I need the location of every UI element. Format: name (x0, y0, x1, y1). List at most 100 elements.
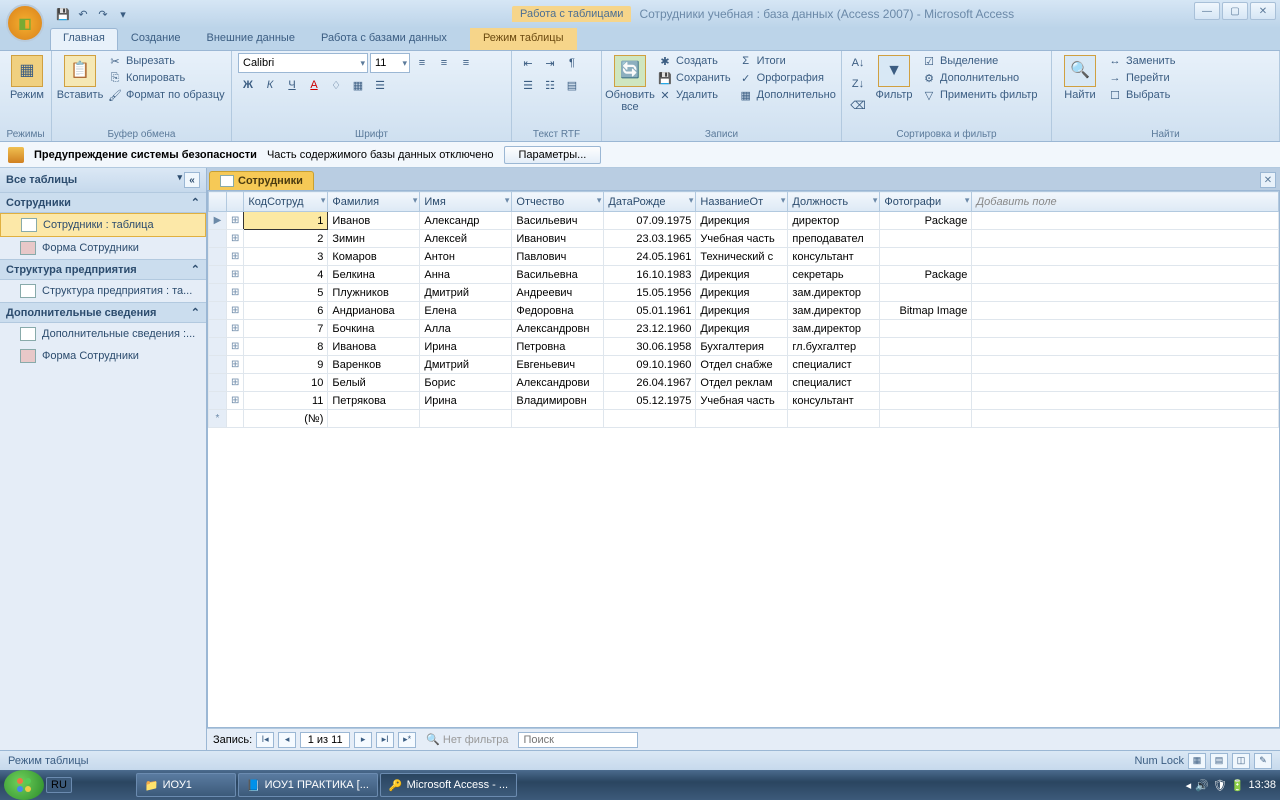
cell-photo[interactable] (880, 392, 972, 410)
document-close-button[interactable]: ✕ (1260, 172, 1276, 188)
cell-patronymic[interactable]: Андреевич (512, 284, 604, 302)
cell-photo[interactable] (880, 374, 972, 392)
cell-id[interactable]: 8 (244, 338, 328, 356)
cell-id[interactable]: 5 (244, 284, 328, 302)
font-size-combo[interactable]: 11 (370, 53, 410, 73)
cell-patronymic[interactable]: Александровн (512, 320, 604, 338)
new-row[interactable]: *(№) (209, 410, 1279, 428)
cell-id[interactable]: 9 (244, 356, 328, 374)
tab-datasheet[interactable]: Режим таблицы (470, 28, 577, 50)
more-records-button[interactable]: ▦Дополнительно (737, 87, 838, 103)
cell-dob[interactable]: 05.12.1975 (604, 392, 696, 410)
design-view-button[interactable]: ✎ (1254, 753, 1272, 769)
cell-empty[interactable] (972, 248, 1279, 266)
datasheet-view-button[interactable]: ▦ (1188, 753, 1206, 769)
spelling-button[interactable]: ✓Орфография (737, 70, 838, 86)
row-selector[interactable] (209, 374, 227, 392)
expand-button[interactable]: ⊞ (227, 248, 244, 266)
tab-home[interactable]: Главная (50, 28, 118, 50)
expand-button[interactable]: ⊞ (227, 284, 244, 302)
cell-patronymic[interactable]: Павлович (512, 248, 604, 266)
sort-desc-icon[interactable]: Z↓ (848, 74, 868, 94)
cell-patronymic[interactable]: Васильевич (512, 212, 604, 230)
tray-icon[interactable]: 🔋 (1231, 779, 1245, 792)
highlight-icon[interactable]: ▤ (562, 75, 582, 95)
cell-empty[interactable] (972, 374, 1279, 392)
expand-button[interactable]: ⊞ (227, 320, 244, 338)
indent-dec-icon[interactable]: ⇤ (518, 53, 538, 73)
minimize-button[interactable]: — (1194, 2, 1220, 20)
cell-dob[interactable]: 23.12.1960 (604, 320, 696, 338)
cell-id[interactable]: 7 (244, 320, 328, 338)
bold-icon[interactable]: Ж (238, 75, 258, 95)
nav-group-structure[interactable]: Структура предприятия⌃ (0, 259, 206, 280)
col-patronymic[interactable]: Отчество▾ (512, 192, 604, 212)
taskbar-item-access[interactable]: 🔑Microsoft Access - ... (380, 773, 517, 797)
cell-lastname[interactable]: Плужников (328, 284, 420, 302)
selection-button[interactable]: ☑Выделение (920, 53, 1040, 69)
table-row[interactable]: ⊞9ВаренковДмитрийЕвгеньевич09.10.1960Отд… (209, 356, 1279, 374)
row-selector[interactable] (209, 320, 227, 338)
chart-view-button[interactable]: ◫ (1232, 753, 1250, 769)
col-department[interactable]: НазваниеОт▾ (696, 192, 788, 212)
chevron-down-icon[interactable]: ▾ (689, 195, 694, 206)
row-selector[interactable] (209, 302, 227, 320)
cell-position[interactable]: консультант (788, 248, 880, 266)
advanced-filter-button[interactable]: ⚙Дополнительно (920, 70, 1040, 86)
row-selector-header[interactable] (209, 192, 227, 212)
nav-dropdown-icon[interactable]: ▾ (177, 172, 182, 188)
cell-id[interactable]: 6 (244, 302, 328, 320)
cell-firstname[interactable]: Дмитрий (420, 284, 512, 302)
refresh-button[interactable]: 🔄Обновить все (608, 53, 652, 115)
cell-firstname[interactable]: Антон (420, 248, 512, 266)
cell-department[interactable]: Бухгалтерия (696, 338, 788, 356)
cell-dob[interactable]: 30.06.1958 (604, 338, 696, 356)
cell-lastname[interactable]: Иванова (328, 338, 420, 356)
expand-button[interactable]: ⊞ (227, 338, 244, 356)
record-position-input[interactable] (300, 732, 350, 748)
tab-external-data[interactable]: Внешние данные (194, 28, 308, 50)
nav-item-structure-table[interactable]: Структура предприятия : та... (0, 280, 206, 302)
cell-empty[interactable] (972, 356, 1279, 374)
nav-pane-header[interactable]: Все таблицы ▾« (0, 168, 206, 192)
security-options-button[interactable]: Параметры... (504, 146, 602, 164)
filter-button[interactable]: ▼Фильтр (872, 53, 916, 103)
cell-id[interactable]: 3 (244, 248, 328, 266)
format-painter-button[interactable]: 🖌Формат по образцу (106, 87, 227, 103)
cell-dob[interactable]: 26.04.1967 (604, 374, 696, 392)
table-row[interactable]: ⊞6АндриановаЕленаФедоровна05.01.1961Дире… (209, 302, 1279, 320)
next-record-button[interactable]: ▸ (354, 732, 372, 748)
paste-button[interactable]: 📋Вставить (58, 53, 102, 103)
table-row[interactable]: ⊞11ПетряковаИринаВладимировн05.12.1975Уч… (209, 392, 1279, 410)
cell-id[interactable]: 4 (244, 266, 328, 284)
goto-button[interactable]: →Перейти (1106, 70, 1177, 86)
clock[interactable]: 13:38 (1248, 779, 1276, 791)
cell-empty[interactable] (972, 230, 1279, 248)
col-id[interactable]: КодСотруд▾ (244, 192, 328, 212)
table-row[interactable]: ⊞7БочкинаАллаАлександровн23.12.1960Дирек… (209, 320, 1279, 338)
cell-firstname[interactable]: Ирина (420, 338, 512, 356)
cell-id[interactable]: 2 (244, 230, 328, 248)
cell-position[interactable]: зам.директор (788, 284, 880, 302)
cell-department[interactable]: Учебная часть (696, 392, 788, 410)
cell-department[interactable]: Дирекция (696, 266, 788, 284)
expand-button[interactable]: ⊞ (227, 212, 244, 230)
cell-lastname[interactable]: Комаров (328, 248, 420, 266)
new-record-button[interactable]: ✱Создать (656, 53, 733, 69)
alt-row-icon[interactable]: ☰ (370, 75, 390, 95)
cell-patronymic[interactable]: Васильевна (512, 266, 604, 284)
language-indicator[interactable]: RU (46, 777, 72, 793)
cell-dob[interactable]: 09.10.1960 (604, 356, 696, 374)
nav-collapse-button[interactable]: « (184, 172, 200, 188)
nav-item-employees-form[interactable]: Форма Сотрудники (0, 237, 206, 259)
copy-button[interactable]: ⎘Копировать (106, 70, 227, 86)
chevron-down-icon[interactable]: ▾ (321, 195, 326, 206)
cell-firstname[interactable]: Ирина (420, 392, 512, 410)
taskbar-item-folder[interactable]: 📁ИОУ1 (136, 773, 236, 797)
cell-firstname[interactable]: Дмитрий (420, 356, 512, 374)
cell-empty[interactable] (972, 284, 1279, 302)
prev-record-button[interactable]: ◂ (278, 732, 296, 748)
nav-group-employees[interactable]: Сотрудники⌃ (0, 192, 206, 213)
tab-create[interactable]: Создание (118, 28, 194, 50)
bullets-icon[interactable]: ☰ (518, 75, 538, 95)
